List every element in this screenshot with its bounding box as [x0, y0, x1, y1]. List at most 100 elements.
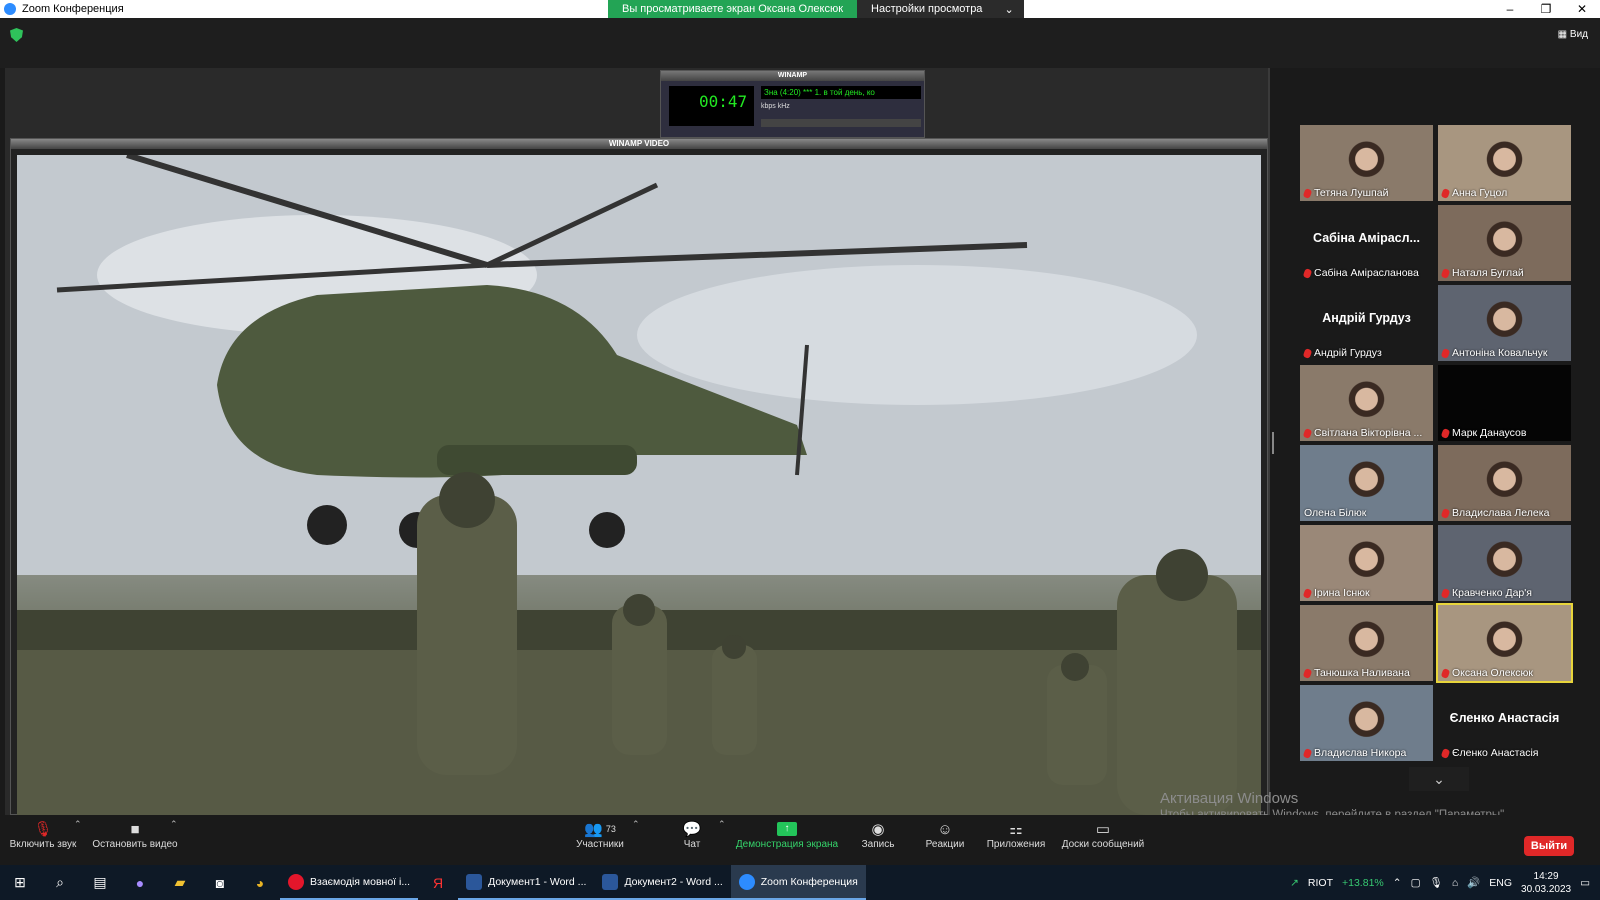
participant-tile[interactable]: Антоніна Ковальчук	[1438, 285, 1571, 361]
whiteboards-button[interactable]: ▭ Доски сообщений	[1060, 819, 1146, 850]
participant-label: Марк Данаусов	[1440, 427, 1527, 439]
chat-options-caret[interactable]: ⌃	[718, 819, 726, 830]
notifications-icon[interactable]: ▭	[1580, 877, 1590, 889]
taskbar-app-label: Документ1 - Word ...	[488, 875, 587, 888]
view-settings-button[interactable]: Настройки просмотра ⌄	[857, 0, 1024, 18]
maximize-button[interactable]: ❐	[1528, 0, 1564, 18]
participant-name: Владислава Лелека	[1452, 507, 1550, 519]
participant-name: Марк Данаусов	[1452, 427, 1527, 439]
view-button[interactable]: ▦ Вид	[1558, 29, 1588, 40]
messenger-icon[interactable]: ●	[120, 865, 160, 900]
system-tray: ↗ RIOT +13.81% ⌃ ▢ 🎙 ⌂ 🔊 ENG 14:29 30.03…	[1290, 865, 1600, 900]
participant-tile[interactable]: Владислав Никора	[1300, 685, 1433, 761]
camera-app-icon[interactable]: ◙	[200, 865, 240, 900]
yandex-icon[interactable]: Я	[418, 865, 458, 900]
task-view-icon[interactable]: ▤	[80, 865, 120, 900]
tray-mic-icon[interactable]: 🎙	[1429, 876, 1442, 889]
mic-muted-icon	[1302, 747, 1313, 759]
apps-icon: ⚏	[1009, 821, 1023, 838]
winamp-seek-bar[interactable]	[761, 119, 921, 127]
file-explorer-icon[interactable]: ▰	[160, 865, 200, 900]
participant-label: Андрій Гурдуз	[1302, 347, 1382, 359]
participants-icon: 👥	[584, 821, 603, 838]
share-screen-icon: ↑	[777, 822, 797, 836]
taskbar-app-label: Zoom Конференция	[760, 875, 858, 888]
participant-tile[interactable]: Марк Данаусов	[1438, 365, 1571, 441]
tray-device-icon[interactable]: ▢	[1411, 877, 1421, 889]
mic-muted-icon	[1302, 667, 1313, 679]
apps-label: Приложения	[986, 839, 1046, 850]
participant-tile[interactable]: Оксана Олексюк	[1436, 603, 1573, 683]
taskbar-app-zoom[interactable]: Zoom Конференция	[730, 865, 866, 900]
chrome-icon[interactable]: ◕	[240, 865, 280, 900]
windows-taskbar: ⊞ ⌕ ▤ ● ▰ ◙ ◕ Взаємодія мовної і... Я До…	[0, 865, 1600, 900]
taskbar-app-word1[interactable]: Документ1 - Word ...	[458, 865, 595, 900]
grid-icon: ▦	[1557, 29, 1570, 40]
security-shield-icon[interactable]	[10, 28, 23, 42]
participant-label: Світлана Вікторівна ...	[1302, 427, 1422, 439]
participant-tile[interactable]: Тетяна Лушпай	[1300, 125, 1433, 201]
unmute-button[interactable]: 🎙 Включить звук ⌃	[8, 819, 82, 850]
share-screen-button[interactable]: ↑ Демонстрация экрана	[734, 819, 840, 850]
gallery-next-page-button[interactable]: ⌄	[1409, 767, 1469, 791]
chevron-down-icon: ⌄	[1004, 3, 1014, 16]
participant-name: Єленко Анастасія	[1452, 747, 1539, 759]
participant-label: Сабіна Амірасланова	[1302, 267, 1419, 279]
share-notice: Вы просматриваете экран Оксана Олексюк	[608, 0, 858, 18]
clock[interactable]: 14:29 30.03.2023	[1521, 870, 1571, 896]
tray-volume-icon[interactable]: 🔊	[1467, 876, 1480, 889]
winamp-video-window: WINAMP VIDEO	[10, 138, 1268, 815]
participant-label: Олена Білюк	[1304, 507, 1366, 519]
video-options-caret[interactable]: ⌃	[170, 819, 178, 830]
windows-start-icon[interactable]: ⊞	[0, 865, 40, 900]
chat-button[interactable]: 💬 Чат ⌃	[675, 819, 726, 850]
winamp-time: 00:47	[669, 86, 754, 126]
participant-name: Анна Гуцол	[1452, 187, 1508, 199]
mic-muted-icon	[1440, 667, 1451, 679]
participant-tile[interactable]: Танюшка Наливана	[1300, 605, 1433, 681]
clock-date: 30.03.2023	[1521, 883, 1572, 895]
apps-button[interactable]: ⚏ Приложения	[985, 819, 1047, 850]
stop-video-button[interactable]: ■ Остановить видео ⌃	[90, 819, 180, 850]
reactions-button[interactable]: ☺ Реакции	[920, 819, 970, 851]
close-button[interactable]: ✕	[1564, 0, 1600, 18]
meeting-topbar: ▦ Вид	[0, 18, 1600, 68]
winamp-info: kbps kHz	[761, 103, 790, 110]
record-button[interactable]: ◉ Запись	[858, 819, 898, 850]
participant-tile[interactable]: Олена Білюк	[1300, 445, 1433, 521]
tray-network-icon[interactable]: ⌂	[1452, 877, 1458, 889]
participant-label: Наталя Буглай	[1440, 267, 1524, 279]
participant-tile[interactable]: Наталя Буглай	[1438, 205, 1571, 281]
record-label: Запись	[861, 839, 895, 850]
zoom-icon	[738, 873, 755, 890]
tray-expand-icon[interactable]: ⌃	[1393, 877, 1402, 889]
participant-tile[interactable]: Сабіна Амірасл... Сабіна Амірасланова	[1300, 205, 1433, 281]
mic-muted-icon	[1302, 267, 1313, 279]
stock-up-icon: ↗	[1290, 876, 1299, 889]
mic-muted-icon	[1440, 187, 1451, 199]
participants-button[interactable]: 👥 73 Участники ⌃	[570, 819, 639, 850]
participant-name: Антоніна Ковальчук	[1452, 347, 1548, 359]
leave-button[interactable]: Выйти	[1524, 836, 1574, 856]
participant-tile[interactable]: Владислава Лелека	[1438, 445, 1571, 521]
participant-tile[interactable]: Андрій Гурдуз Андрій Гурдуз	[1300, 285, 1433, 361]
mic-muted-icon	[1302, 347, 1313, 359]
taskbar-app-opera[interactable]: Взаємодія мовної і...	[280, 865, 419, 900]
participant-tile[interactable]: Єленко Анастасія Єленко Анастасія	[1438, 685, 1571, 761]
taskbar-app-word2[interactable]: Документ2 - Word ...	[594, 865, 731, 900]
participant-label: Єленко Анастасія	[1440, 747, 1539, 759]
mic-muted-icon	[1440, 347, 1451, 359]
panel-splitter[interactable]	[1272, 432, 1274, 454]
participants-options-caret[interactable]: ⌃	[632, 819, 640, 830]
input-language[interactable]: ENG	[1489, 877, 1512, 889]
taskbar-app-label: Взаємодія мовної і...	[310, 875, 411, 888]
participant-tile[interactable]: Ірина Існюк	[1300, 525, 1433, 601]
minimize-button[interactable]: –	[1492, 0, 1528, 18]
participant-tile[interactable]: Анна Гуцол	[1438, 125, 1571, 201]
audio-options-caret[interactable]: ⌃	[74, 819, 82, 830]
chat-icon: 💬	[682, 821, 702, 838]
participant-tile[interactable]: Кравченко Дар'я	[1438, 525, 1571, 601]
participants-label: Участники	[576, 839, 624, 850]
participant-tile[interactable]: Світлана Вікторівна ...	[1300, 365, 1433, 441]
search-icon[interactable]: ⌕	[40, 865, 80, 900]
